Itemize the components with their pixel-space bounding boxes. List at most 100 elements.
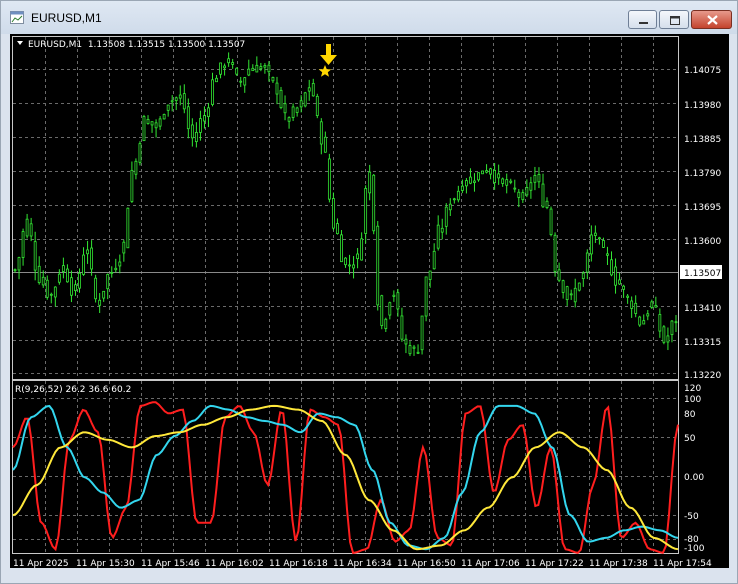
- indicator-scale-label: 80: [684, 410, 696, 420]
- candle-body: [41, 276, 45, 286]
- candle-body: [489, 168, 492, 175]
- candle-body: [90, 247, 93, 270]
- candle-body: [162, 114, 166, 120]
- price-label: 1.13695: [684, 203, 721, 213]
- candle-body: [33, 241, 37, 271]
- close-button[interactable]: [691, 10, 732, 29]
- candle-body: [74, 284, 77, 292]
- candle-body: [424, 276, 428, 317]
- candle-body: [166, 104, 170, 111]
- candle-body: [537, 174, 541, 183]
- time-label: 11 Apr 15:30: [76, 559, 135, 568]
- candle-body: [231, 62, 235, 65]
- candle-body: [78, 272, 81, 289]
- price-label: 1.13410: [684, 304, 721, 314]
- candle-body: [642, 320, 646, 325]
- candle-body: [13, 269, 17, 272]
- maximize-button[interactable]: [659, 10, 689, 29]
- candle-body: [130, 169, 134, 202]
- candle-body: [654, 304, 658, 308]
- maximize-icon: [670, 16, 680, 25]
- time-label: 11 Apr 16:18: [269, 559, 328, 568]
- candle-body: [98, 299, 102, 306]
- candle-body: [460, 185, 464, 191]
- candle-body: [57, 273, 61, 283]
- candle-body: [364, 188, 368, 234]
- candle-body: [327, 158, 331, 200]
- candle-body: [477, 172, 480, 181]
- candle-body: [199, 118, 202, 133]
- minimize-button[interactable]: [628, 10, 657, 29]
- candle-body: [182, 93, 186, 110]
- candle-body: [25, 218, 29, 237]
- candle-body: [638, 316, 642, 326]
- candle-body: [404, 338, 408, 345]
- candle-body: [412, 346, 416, 349]
- candle-body: [674, 321, 678, 324]
- candle-body: [259, 66, 263, 70]
- candle-body: [37, 265, 41, 284]
- candle-body: [396, 292, 400, 310]
- candle-body: [336, 223, 339, 235]
- minimize-icon: [639, 22, 648, 24]
- candle-body: [565, 286, 569, 300]
- candle-body: [307, 87, 311, 92]
- candle-body: [521, 192, 525, 201]
- indicator-scale-label: -50: [684, 512, 699, 522]
- candle-body: [311, 83, 315, 97]
- candle-body: [376, 225, 380, 306]
- candle-body: [525, 187, 529, 196]
- candle-body: [271, 77, 275, 82]
- candle-body: [670, 320, 674, 336]
- candle-body: [356, 253, 359, 260]
- candle-body: [223, 65, 226, 69]
- candle-body: [388, 302, 392, 316]
- candle-body: [577, 282, 581, 291]
- candle-body: [428, 270, 432, 280]
- candle-body: [86, 249, 89, 255]
- candle-body: [251, 67, 255, 72]
- candle-body: [94, 277, 98, 300]
- candle-body: [194, 132, 198, 143]
- collapse-triangle-icon[interactable]: [17, 41, 23, 45]
- candle-body: [186, 106, 190, 130]
- candle-body: [154, 122, 158, 129]
- candle-body: [473, 180, 476, 183]
- candle-body: [448, 203, 452, 211]
- chart-area[interactable]: EURUSD,M1 1.13508 1.13515 1.13500 1.1350…: [10, 34, 729, 569]
- candle-body: [614, 266, 617, 286]
- candle-body: [267, 64, 271, 73]
- candle-body: [493, 169, 497, 183]
- candle-body: [106, 273, 110, 290]
- candle-body: [70, 277, 73, 296]
- candle-body: [517, 191, 521, 198]
- candle-body: [602, 240, 605, 248]
- candle-body: [606, 253, 609, 256]
- title-bar[interactable]: EURUSD,M1: [1, 1, 737, 34]
- time-label: 11 Apr 16:34: [333, 559, 392, 568]
- indicator-scale-label: 120: [684, 384, 701, 394]
- candle-body: [408, 345, 412, 355]
- candle-body: [134, 160, 138, 175]
- candle-body: [227, 58, 231, 64]
- close-icon: [707, 15, 718, 25]
- candle-body: [593, 232, 597, 236]
- candle-body: [283, 103, 287, 114]
- current-price-box: 1.13507: [680, 265, 722, 279]
- time-label: 11 Apr 15:46: [141, 559, 200, 568]
- main-grid: [13, 37, 678, 379]
- candle-body: [319, 121, 323, 145]
- candle-body: [497, 173, 501, 179]
- candle-body: [215, 77, 218, 83]
- candle-body: [581, 272, 585, 280]
- candle-body: [263, 65, 267, 68]
- candle-body: [372, 174, 376, 232]
- candle-body: [469, 176, 472, 184]
- candle-body: [61, 265, 65, 272]
- candle-body: [553, 234, 557, 272]
- price-label: 1.13885: [684, 135, 721, 145]
- indicator-line-fast: [12, 401, 679, 555]
- candle-body: [142, 116, 146, 142]
- candle-body: [315, 95, 319, 116]
- chart-canvas[interactable]: EURUSD,M1 1.13508 1.13515 1.13500 1.1350…: [10, 34, 729, 569]
